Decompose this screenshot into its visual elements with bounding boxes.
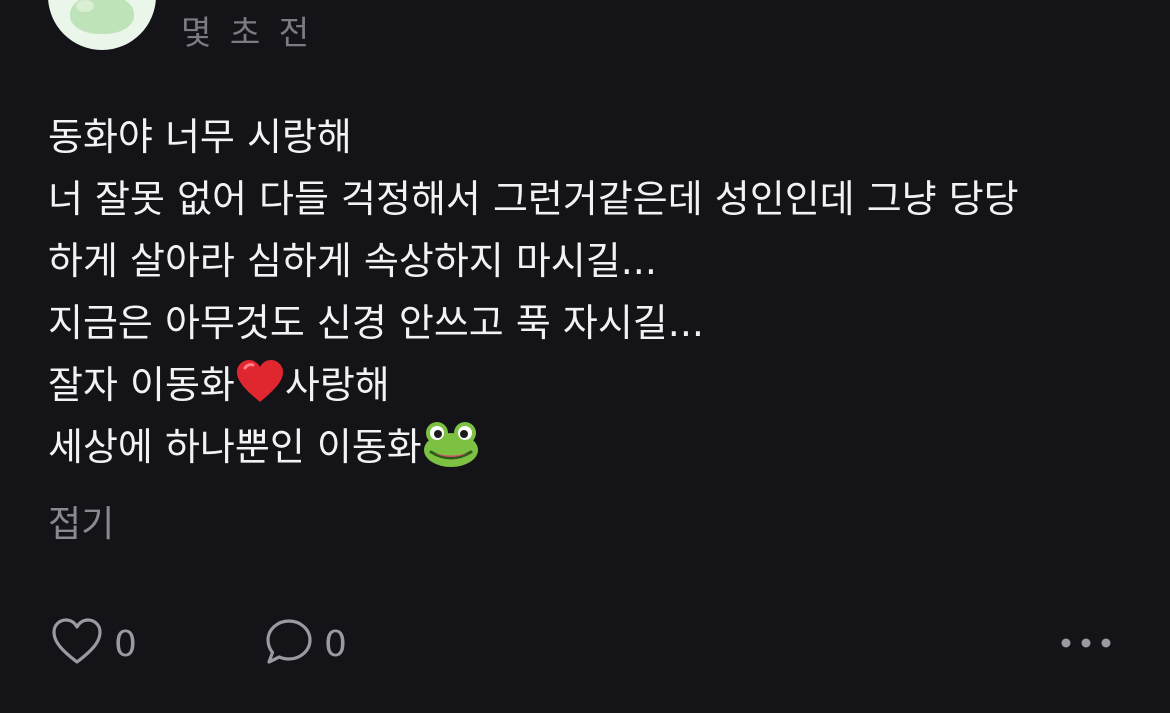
like-count: 0 (114, 623, 137, 665)
more-options-button[interactable] (1060, 614, 1112, 674)
post-card: 몇 초 전 동화야 너무 시랑해 너 잘못 없어 다들 걱정해서 그런거같은데 … (0, 0, 1170, 713)
post-line-2: 너 잘못 없어 다들 걱정해서 그런거같은데 성인인데 그냥 당당 (48, 177, 1019, 221)
avatar[interactable] (48, 0, 156, 50)
like-button[interactable]: 0 (50, 614, 137, 674)
post-line-6-text: 세상에 하나뿐인 이동화 (48, 425, 422, 469)
heart-outline-icon (50, 617, 104, 671)
red-heart-emoji-icon (235, 358, 285, 406)
post-line-5-text-b: 사랑해 (284, 363, 390, 407)
more-dots-icon (1060, 635, 1112, 654)
comment-count: 0 (324, 623, 347, 665)
frog-avatar-icon (70, 0, 134, 34)
comment-button[interactable]: 0 (264, 614, 347, 674)
post-line-1: 동화야 너무 시랑해 (48, 115, 352, 159)
post-timestamp: 몇 초 전 (181, 13, 314, 52)
post-line-6: 세상에 하나뿐인 이동화 (48, 416, 1128, 478)
post-body: 동화야 너무 시랑해 너 잘못 없어 다들 걱정해서 그런거같은데 성인인데 그… (48, 106, 1128, 478)
post-line-5: 잘자 이동화 사랑해 (48, 354, 1128, 416)
speech-bubble-icon (264, 617, 314, 671)
post-line-5-text-a: 잘자 이동화 (48, 363, 235, 407)
post-line-4: 지금은 아무것도 신경 안쓰고 푹 자시길... (48, 301, 704, 345)
frog-emoji-icon (422, 420, 480, 468)
collapse-button[interactable]: 접기 (48, 497, 114, 553)
action-bar: 0 0 (48, 614, 1118, 674)
post-line-3: 하게 살아라 심하게 속상하지 마시길... (48, 239, 657, 283)
